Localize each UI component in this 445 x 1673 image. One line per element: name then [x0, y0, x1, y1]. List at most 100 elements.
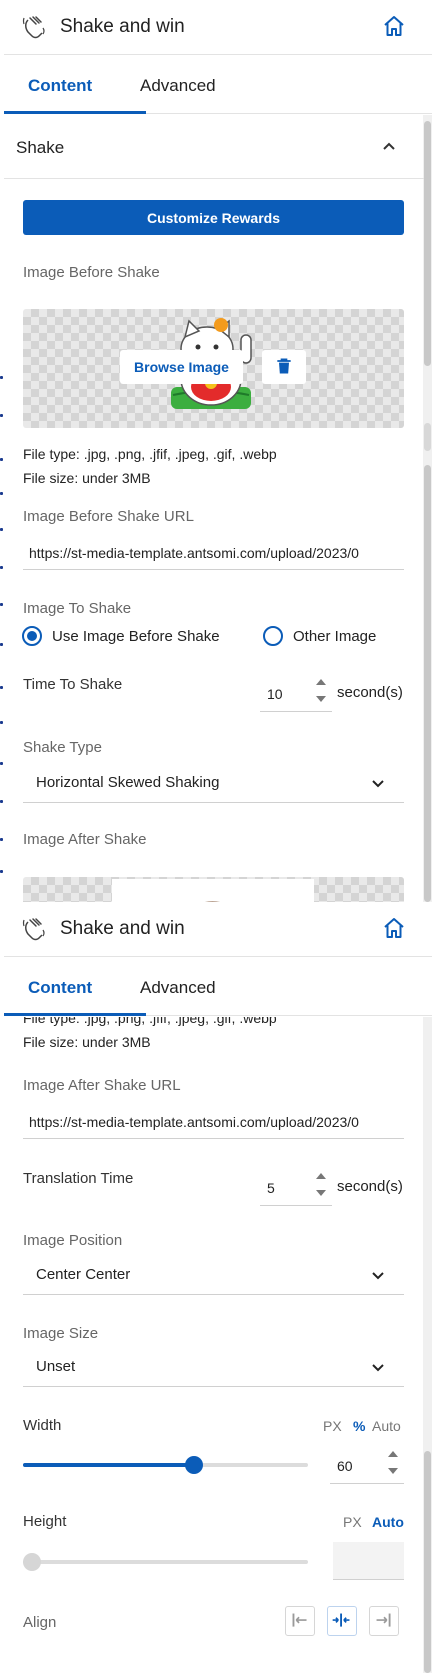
increment-arrow-icon[interactable]	[316, 1173, 326, 1179]
height-unit-px[interactable]: PX	[343, 1514, 362, 1530]
panel-title: Shake and win	[60, 16, 185, 37]
shake-hand-logo-icon	[22, 16, 45, 39]
tab-advanced[interactable]: Advanced	[140, 978, 216, 998]
customize-rewards-button[interactable]: Customize Rewards	[23, 200, 404, 235]
settings-panel-top: Shake and win Content Advanced Shake Cus…	[0, 0, 432, 902]
image-after-shake-preview	[112, 879, 314, 902]
slider-thumb[interactable]	[185, 1456, 203, 1474]
scrollbar-thumb-secondary[interactable]	[424, 423, 431, 451]
image-to-shake-label: Image To Shake	[23, 600, 132, 617]
width-slider[interactable]	[23, 1455, 308, 1475]
align-center-icon	[332, 1613, 350, 1627]
home-icon[interactable]	[382, 916, 406, 940]
translation-time-stepper[interactable]: 5	[260, 1168, 332, 1206]
trash-icon	[277, 358, 291, 373]
image-before-url-label: Image Before Shake URL	[23, 508, 194, 525]
cookie-image	[206, 901, 219, 902]
decrement-arrow-icon[interactable]	[316, 696, 326, 702]
panel-tabs: Content Advanced	[4, 958, 432, 1016]
section-title: Shake	[16, 138, 65, 157]
shake-hand-logo-icon	[22, 918, 45, 941]
align-left-button[interactable]	[285, 1606, 315, 1636]
width-unit-auto[interactable]: Auto	[372, 1418, 401, 1434]
image-after-shake-dropzone[interactable]	[23, 877, 404, 902]
image-position-label: Image Position	[23, 1232, 123, 1249]
panel-header: Shake and win	[4, 902, 432, 957]
increment-arrow-icon[interactable]	[316, 679, 326, 685]
radio-other-image[interactable]: Other Image	[263, 624, 376, 648]
image-after-url-input[interactable]	[23, 1106, 404, 1139]
image-before-shake-dropzone[interactable]: Browse Image	[23, 309, 404, 428]
time-to-shake-value: 10	[267, 686, 283, 702]
height-unit-auto[interactable]: Auto	[372, 1514, 404, 1530]
image-before-url-input[interactable]	[23, 537, 404, 570]
width-stepper[interactable]: 60	[330, 1446, 404, 1484]
panel-header: Shake and win	[4, 0, 432, 55]
scrollbar-thumb[interactable]	[424, 121, 431, 366]
image-position-select[interactable]: Center Center	[23, 1257, 404, 1295]
file-size-hint: File size: under 3MB	[23, 1034, 151, 1050]
decrement-arrow-icon[interactable]	[388, 1468, 398, 1474]
image-size-select[interactable]: Unset	[23, 1349, 404, 1387]
translation-time-value: 5	[267, 1180, 275, 1196]
scrollbar-thumb-lower[interactable]	[424, 465, 431, 902]
chevron-down-icon	[372, 780, 384, 788]
align-right-button[interactable]	[369, 1606, 399, 1636]
align-right-icon	[376, 1613, 391, 1627]
width-unit-percent[interactable]: %	[353, 1418, 365, 1434]
active-tab-indicator	[4, 1013, 146, 1016]
image-before-shake-label: Image Before Shake	[23, 264, 160, 281]
width-unit-px[interactable]: PX	[323, 1418, 342, 1434]
file-type-hint: File type: .jpg, .png, .jfif, .jpeg, .gi…	[23, 446, 277, 462]
radio-button[interactable]	[263, 626, 283, 646]
panel-tabs: Content Advanced	[4, 56, 432, 114]
height-slider[interactable]	[23, 1552, 308, 1572]
tab-content[interactable]: Content	[28, 76, 92, 96]
radio-button-selected[interactable]	[22, 626, 42, 646]
section-header-shake[interactable]: Shake	[4, 115, 424, 179]
slider-fill	[23, 1463, 194, 1467]
translation-time-unit: second(s)	[337, 1178, 403, 1195]
time-to-shake-stepper[interactable]: 10	[260, 674, 332, 712]
time-to-shake-label: Time To Shake	[23, 676, 123, 693]
width-value: 60	[337, 1458, 353, 1474]
width-label: Width	[23, 1417, 62, 1434]
chevron-down-icon	[372, 1272, 384, 1280]
align-left-icon	[292, 1613, 307, 1627]
slider-track	[23, 1560, 308, 1564]
align-button-group	[285, 1606, 399, 1636]
slider-thumb[interactable]	[23, 1553, 41, 1571]
tab-content[interactable]: Content	[28, 978, 92, 998]
delete-image-button[interactable]	[262, 350, 306, 384]
shake-type-label: Shake Type	[23, 739, 102, 756]
time-to-shake-unit: second(s)	[337, 684, 403, 701]
image-after-shake-label: Image After Shake	[23, 831, 147, 848]
align-center-button[interactable]	[327, 1606, 357, 1636]
shake-type-select[interactable]: Horizontal Skewed Shaking	[23, 765, 404, 803]
image-position-value: Center Center	[36, 1266, 131, 1283]
translation-time-label: Translation Time	[23, 1170, 134, 1187]
shake-type-value: Horizontal Skewed Shaking	[36, 774, 220, 791]
scrollbar[interactable]	[423, 115, 432, 902]
chevron-down-icon	[372, 1364, 384, 1372]
scrollbar-thumb[interactable]	[424, 1451, 431, 1673]
tab-advanced[interactable]: Advanced	[140, 76, 216, 96]
file-hints-clip: File type: .jpg, .png, .jfif, .jpeg, .gi…	[4, 1017, 424, 1055]
radio-label: Other Image	[293, 627, 377, 645]
scrollbar[interactable]	[423, 1017, 432, 1673]
image-size-value: Unset	[36, 1358, 76, 1375]
active-tab-indicator	[4, 111, 146, 114]
file-size-hint: File size: under 3MB	[23, 470, 151, 486]
decrement-arrow-icon[interactable]	[316, 1190, 326, 1196]
file-type-hint: File type: .jpg, .png, .jfif, .jpeg, .gi…	[23, 1017, 277, 1026]
height-input-disabled	[333, 1542, 404, 1580]
settings-panel-bottom: Shake and win Content Advanced File type…	[0, 902, 432, 1673]
image-size-label: Image Size	[23, 1325, 99, 1342]
radio-use-image-before-shake[interactable]: Use Image Before Shake	[22, 624, 220, 648]
image-after-url-label: Image After Shake URL	[23, 1077, 181, 1094]
increment-arrow-icon[interactable]	[388, 1451, 398, 1457]
home-icon[interactable]	[382, 14, 406, 38]
align-label: Align	[23, 1614, 57, 1631]
chevron-up-icon[interactable]	[382, 139, 396, 153]
browse-image-button[interactable]: Browse Image	[120, 350, 243, 384]
